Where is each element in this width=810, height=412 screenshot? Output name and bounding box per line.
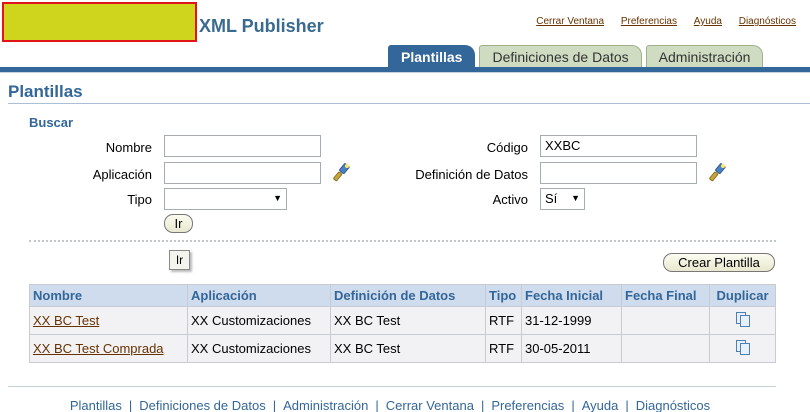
footer-divider	[8, 386, 776, 387]
flashlight-search-icon[interactable]	[332, 163, 352, 183]
activo-select[interactable]: Sí ▼	[540, 188, 585, 210]
cell-tipo: RTF	[485, 306, 522, 335]
cell-tipo: RTF	[485, 334, 522, 363]
table-row: XX BC Test Comprada XX Customizaciones X…	[29, 334, 776, 363]
definicion-label: Definición de Datos	[415, 167, 528, 182]
help-link[interactable]: Ayuda	[694, 16, 722, 27]
create-template-button[interactable]: Crear Plantilla	[663, 253, 775, 272]
footer-link-cerrar-ventana[interactable]: Cerrar Ventana	[386, 398, 474, 412]
search-section-title: Buscar	[29, 115, 74, 130]
tipo-label: Tipo	[127, 192, 152, 207]
app-title: XML Publisher	[199, 16, 324, 36]
page-title-divider	[8, 103, 810, 104]
footer-link-preferencias[interactable]: Preferencias	[491, 398, 564, 412]
section-divider	[29, 240, 776, 242]
col-header-nombre[interactable]: Nombre	[29, 284, 188, 307]
footer-link-plantillas[interactable]: Plantillas	[70, 398, 122, 412]
codigo-input[interactable]: XXBC	[540, 135, 697, 157]
tab-plantillas[interactable]: Plantillas	[388, 45, 476, 67]
template-name-link[interactable]: XX BC Test	[33, 313, 99, 328]
activo-select-value: Sí	[545, 191, 558, 206]
nombre-input[interactable]	[164, 135, 321, 157]
template-name-link[interactable]: XX BC Test Comprada	[33, 341, 164, 356]
definicion-input[interactable]	[540, 162, 697, 184]
aplicacion-input[interactable]	[164, 162, 321, 184]
nombre-label: Nombre	[105, 140, 152, 155]
results-table: Nombre Aplicación Definición de Datos Ti…	[29, 284, 776, 363]
tab-underline-shadow	[0, 72, 810, 73]
global-links: Cerrar Ventana Preferencias Ayuda Diagnó…	[522, 16, 796, 27]
col-header-tipo[interactable]: Tipo	[485, 284, 522, 307]
table-row: XX BC Test XX Customizaciones XX BC Test…	[29, 306, 776, 335]
tab-administracion[interactable]: Administración	[645, 45, 764, 67]
footer-link-diagnosticos[interactable]: Diagnósticos	[636, 398, 710, 412]
table-header-row: Nombre Aplicación Definición de Datos Ti…	[29, 284, 776, 307]
tab-bar: Plantillas Definiciones de Datos Adminis…	[388, 45, 767, 67]
flashlight-search-icon[interactable]	[708, 163, 728, 183]
cell-definicion: XX BC Test	[330, 334, 486, 363]
col-header-duplicar: Duplicar	[709, 284, 776, 307]
diagnostics-link[interactable]: Diagnósticos	[739, 16, 796, 27]
chevron-down-icon: ▼	[273, 193, 282, 203]
activo-label: Activo	[492, 192, 528, 207]
tipo-select[interactable]: ▼	[164, 188, 287, 210]
chevron-down-icon: ▼	[571, 193, 580, 203]
cell-aplicacion: XX Customizaciones	[187, 306, 331, 335]
go-image-button[interactable]: Ir	[169, 250, 190, 270]
footer-nav: Plantillas | Definiciones de Datos | Adminis…	[69, 398, 711, 412]
footer-link-administracion[interactable]: Administración	[283, 398, 368, 412]
cell-fecha-final	[621, 306, 710, 335]
preferences-link[interactable]: Preferencias	[621, 16, 677, 27]
cell-fecha-inicial: 30-05-2011	[521, 334, 622, 363]
cell-definicion: XX BC Test	[330, 306, 486, 335]
duplicate-icon[interactable]	[735, 311, 751, 327]
footer-link-definiciones[interactable]: Definiciones de Datos	[139, 398, 265, 412]
duplicate-icon[interactable]	[735, 339, 751, 355]
footer-link-ayuda[interactable]: Ayuda	[582, 398, 619, 412]
codigo-label: Código	[486, 140, 528, 155]
close-window-link[interactable]: Cerrar Ventana	[536, 16, 604, 27]
col-header-fecha-inicial[interactable]: Fecha Inicial	[521, 284, 622, 307]
cell-aplicacion: XX Customizaciones	[187, 334, 331, 363]
col-header-aplicacion[interactable]: Aplicación	[187, 284, 331, 307]
col-header-fecha-final[interactable]: Fecha Final	[621, 284, 710, 307]
go-button[interactable]: Ir	[164, 214, 193, 233]
cell-fecha-inicial: 31-12-1999	[521, 306, 622, 335]
aplicacion-label: Aplicación	[92, 167, 152, 182]
col-header-definicion[interactable]: Definición de Datos	[330, 284, 486, 307]
page-title: Plantillas	[8, 82, 83, 101]
tab-definiciones-de-datos[interactable]: Definiciones de Datos	[479, 45, 642, 67]
cell-fecha-final	[621, 334, 710, 363]
logo-redacted	[2, 2, 197, 42]
